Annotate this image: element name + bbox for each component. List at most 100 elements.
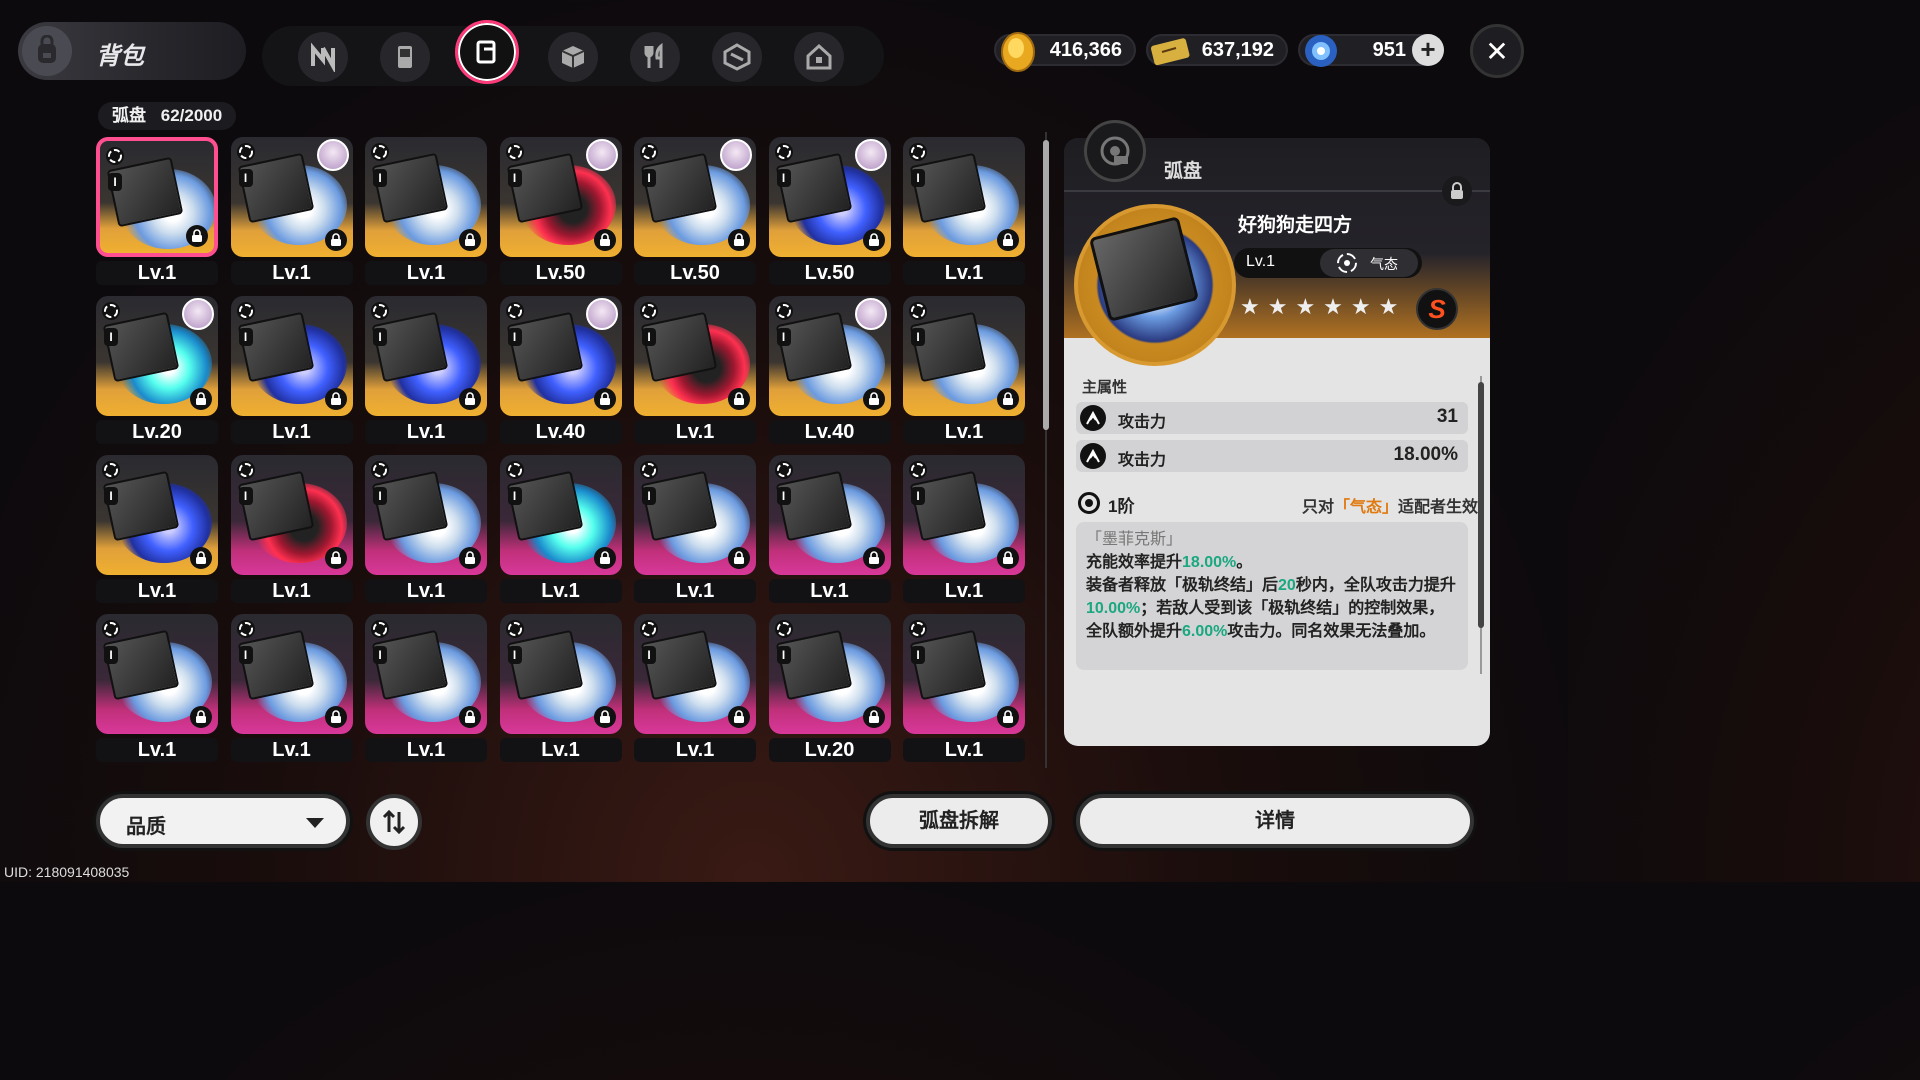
disc-item[interactable]: I Lv.1 bbox=[499, 455, 622, 605]
lock-icon[interactable] bbox=[324, 706, 347, 728]
disc-card[interactable]: I bbox=[96, 614, 218, 734]
disc-item[interactable]: I Lv.1 bbox=[903, 137, 1025, 287]
disc-card[interactable]: I bbox=[365, 137, 487, 257]
disc-card[interactable]: I bbox=[634, 296, 756, 416]
grid-scrollbar[interactable] bbox=[1043, 132, 1049, 768]
disc-item[interactable]: I Lv.1 bbox=[365, 296, 487, 446]
dismantle-button[interactable]: 弧盘拆解 bbox=[866, 794, 1052, 848]
disc-item[interactable]: I Lv.1 bbox=[230, 296, 353, 446]
disc-card[interactable]: I bbox=[768, 296, 891, 416]
lock-icon[interactable] bbox=[593, 388, 616, 410]
lock-icon[interactable] bbox=[862, 229, 885, 251]
disc-item[interactable]: I Lv.1 bbox=[903, 296, 1025, 446]
lock-icon[interactable] bbox=[324, 229, 347, 251]
disc-card[interactable]: I bbox=[365, 296, 487, 416]
lock-icon[interactable] bbox=[459, 229, 481, 251]
disc-item[interactable]: I Lv.1 bbox=[768, 455, 891, 605]
skill-scrollbar[interactable] bbox=[1478, 376, 1484, 674]
disc-card[interactable]: I bbox=[903, 137, 1025, 257]
disc-card[interactable]: I bbox=[634, 614, 756, 734]
disc-item[interactable]: I Lv.1 bbox=[634, 614, 756, 764]
lock-icon[interactable] bbox=[997, 229, 1019, 251]
lock-icon[interactable] bbox=[728, 547, 750, 569]
disc-item[interactable]: I Lv.1 bbox=[230, 614, 353, 764]
disc-tab-icon[interactable] bbox=[455, 20, 519, 84]
disc-item[interactable]: I Lv.1 bbox=[230, 137, 353, 287]
lock-icon[interactable] bbox=[728, 706, 750, 728]
lock-icon[interactable] bbox=[459, 706, 481, 728]
lock-icon[interactable] bbox=[459, 547, 481, 569]
disc-card[interactable]: I bbox=[768, 614, 891, 734]
disc-item[interactable]: I Lv.1 bbox=[903, 614, 1025, 764]
disc-card[interactable]: I bbox=[634, 137, 756, 257]
disc-item[interactable]: I Lv.50 bbox=[768, 137, 891, 287]
disc-item[interactable]: I Lv.1 bbox=[96, 455, 218, 605]
home-tab-icon[interactable] bbox=[794, 32, 844, 82]
n-tab-icon[interactable] bbox=[298, 32, 348, 82]
disc-item[interactable]: I Lv.1 bbox=[365, 455, 487, 605]
lock-icon[interactable] bbox=[997, 388, 1019, 410]
lock-icon[interactable] bbox=[593, 229, 616, 251]
lock-icon[interactable] bbox=[997, 706, 1019, 728]
disc-card[interactable]: I bbox=[230, 137, 353, 257]
lock-icon[interactable] bbox=[324, 388, 347, 410]
disc-card[interactable]: I bbox=[365, 455, 487, 575]
close-button[interactable]: ✕ bbox=[1470, 24, 1524, 78]
lock-icon[interactable] bbox=[190, 547, 212, 569]
device-tab-icon[interactable] bbox=[380, 32, 430, 82]
quality-filter-dropdown[interactable]: 品质 bbox=[96, 794, 350, 848]
lock-icon[interactable] bbox=[728, 388, 750, 410]
disc-item[interactable]: I Lv.20 bbox=[768, 614, 891, 764]
detail-lock-button[interactable] bbox=[1442, 176, 1472, 206]
lock-icon[interactable] bbox=[862, 706, 885, 728]
add-crystal-button[interactable]: + bbox=[1412, 34, 1444, 66]
lock-icon[interactable] bbox=[862, 388, 885, 410]
box-tab-icon[interactable] bbox=[548, 32, 598, 82]
disc-card[interactable]: I bbox=[634, 455, 756, 575]
disc-item[interactable]: I Lv.1 bbox=[96, 137, 218, 287]
disc-card[interactable]: I bbox=[230, 455, 353, 575]
lock-icon[interactable] bbox=[728, 229, 750, 251]
disc-item[interactable]: I Lv.1 bbox=[230, 455, 353, 605]
disc-card[interactable]: I bbox=[96, 455, 218, 575]
cube-tab-icon[interactable] bbox=[712, 32, 762, 82]
sort-order-button[interactable] bbox=[366, 794, 422, 850]
disc-item[interactable]: I Lv.1 bbox=[634, 296, 756, 446]
disc-item[interactable]: I Lv.40 bbox=[499, 296, 622, 446]
disc-item[interactable]: I Lv.20 bbox=[96, 296, 218, 446]
disc-card[interactable]: I bbox=[96, 296, 218, 416]
lock-icon[interactable] bbox=[997, 547, 1019, 569]
disc-item[interactable]: I Lv.1 bbox=[365, 614, 487, 764]
lock-icon[interactable] bbox=[459, 388, 481, 410]
disc-card[interactable]: I bbox=[230, 614, 353, 734]
disc-card[interactable]: I bbox=[903, 614, 1025, 734]
lock-icon[interactable] bbox=[593, 706, 616, 728]
disc-card[interactable]: I bbox=[903, 296, 1025, 416]
disc-card[interactable]: I bbox=[499, 296, 622, 416]
lock-icon[interactable] bbox=[190, 706, 212, 728]
disc-card[interactable]: I bbox=[499, 137, 622, 257]
lock-icon[interactable] bbox=[324, 547, 347, 569]
lock-icon[interactable] bbox=[593, 547, 616, 569]
disc-card[interactable]: I bbox=[96, 137, 218, 257]
disc-item[interactable]: I Lv.1 bbox=[499, 614, 622, 764]
grid-scroll-thumb[interactable] bbox=[1043, 140, 1049, 430]
disc-card[interactable]: I bbox=[903, 455, 1025, 575]
food-tab-icon[interactable] bbox=[630, 32, 680, 82]
disc-card[interactable]: I bbox=[230, 296, 353, 416]
lock-icon[interactable] bbox=[186, 225, 208, 247]
disc-item[interactable]: I Lv.50 bbox=[499, 137, 622, 287]
details-button[interactable]: 详情 bbox=[1076, 794, 1474, 848]
disc-item[interactable]: I Lv.1 bbox=[96, 614, 218, 764]
lock-icon[interactable] bbox=[190, 388, 212, 410]
disc-item[interactable]: I Lv.50 bbox=[634, 137, 756, 287]
disc-item[interactable]: I Lv.1 bbox=[365, 137, 487, 287]
disc-card[interactable]: I bbox=[499, 614, 622, 734]
disc-card[interactable]: I bbox=[768, 137, 891, 257]
lock-icon[interactable] bbox=[862, 547, 885, 569]
disc-item[interactable]: I Lv.1 bbox=[634, 455, 756, 605]
disc-card[interactable]: I bbox=[768, 455, 891, 575]
skill-scroll-thumb[interactable] bbox=[1478, 382, 1484, 628]
disc-item[interactable]: I Lv.40 bbox=[768, 296, 891, 446]
disc-card[interactable]: I bbox=[499, 455, 622, 575]
